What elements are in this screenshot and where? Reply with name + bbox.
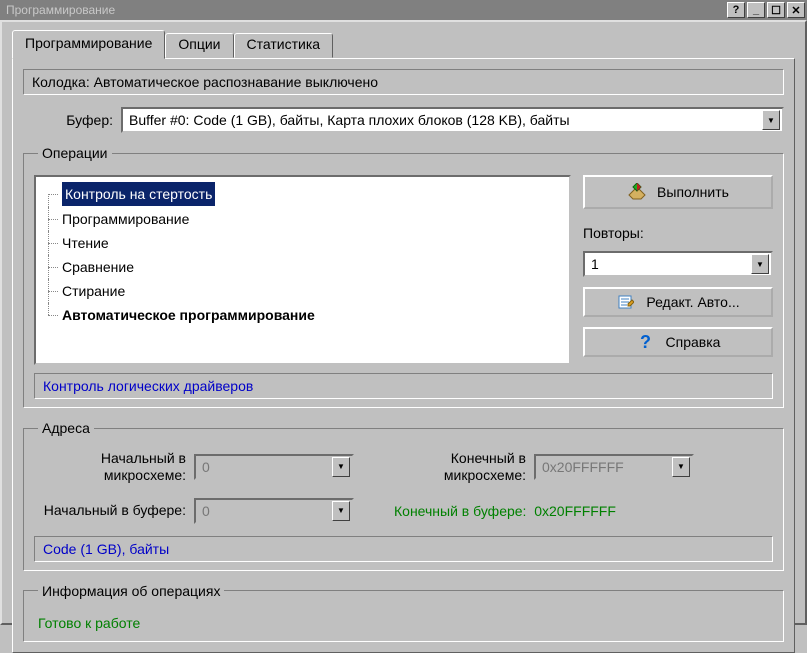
tab-options[interactable]: Опции [165, 33, 233, 58]
buffer-dropdown[interactable]: Buffer #0: Code (1 GB), байты, Карта пло… [121, 107, 784, 133]
end-buf-text: Конечный в буфере: 0x20FFFFFF [394, 503, 694, 519]
tab-statistics[interactable]: Статистика [234, 33, 334, 58]
minimize-button[interactable]: _ [747, 2, 765, 18]
addresses-group: Адреса Начальный в микросхеме: 0 Конечны… [23, 420, 784, 571]
chevron-down-icon[interactable] [332, 501, 350, 521]
start-buf-dropdown[interactable]: 0 [194, 498, 354, 524]
buffer-label: Буфер: [23, 112, 113, 128]
tree-item-read[interactable]: Чтение [36, 231, 569, 255]
tree-item-auto[interactable]: Автоматическое программирование [36, 303, 569, 327]
tree-item-blank-check[interactable]: Контроль на стертость [36, 181, 569, 207]
start-chip-dropdown[interactable]: 0 [194, 454, 354, 480]
chevron-down-icon[interactable] [762, 110, 780, 130]
main-panel: Колодка: Автоматическое распознавание вы… [12, 58, 795, 653]
maximize-button[interactable]: ☐ [767, 2, 785, 18]
end-chip-value: 0x20FFFFFF [542, 459, 672, 475]
start-buf-value: 0 [202, 503, 332, 519]
execute-button[interactable]: Выполнить [583, 175, 773, 209]
socket-status: Колодка: Автоматическое распознавание вы… [23, 69, 784, 95]
buffer-value: Buffer #0: Code (1 GB), байты, Карта пло… [129, 112, 762, 128]
operations-group: Операции Контроль на стертость Программи… [23, 145, 784, 408]
tab-bar: Программирование Опции Статистика [12, 30, 795, 58]
end-chip-dropdown[interactable]: 0x20FFFFFF [534, 454, 694, 480]
tree-item-erase[interactable]: Стирание [36, 279, 569, 303]
tree-item-program[interactable]: Программирование [36, 207, 569, 231]
chevron-down-icon[interactable] [672, 457, 690, 477]
help-button[interactable]: ? [727, 2, 745, 18]
titlebar: Программирование ? _ ☐ ✕ [0, 0, 807, 20]
operations-footer: Контроль логических драйверов [34, 373, 773, 399]
end-chip-label: Конечный в микросхеме: [394, 450, 534, 484]
edit-auto-label: Редакт. Авто... [646, 294, 739, 310]
question-icon: ? [636, 332, 656, 352]
start-buf-label: Начальный в буфере: [34, 502, 194, 519]
repeats-label: Повторы: [583, 225, 773, 241]
close-button[interactable]: ✕ [787, 2, 805, 18]
start-chip-label: Начальный в микросхеме: [34, 450, 194, 484]
addresses-legend: Адреса [38, 420, 94, 436]
edit-icon [616, 292, 636, 312]
operations-legend: Операции [38, 145, 112, 161]
repeats-dropdown[interactable]: 1 [583, 251, 773, 277]
chip-icon [627, 182, 647, 202]
tree-item-verify[interactable]: Сравнение [36, 255, 569, 279]
start-chip-value: 0 [202, 459, 332, 475]
execute-label: Выполнить [657, 184, 729, 200]
repeats-value: 1 [591, 256, 751, 272]
info-status: Готово к работе [34, 613, 773, 633]
info-legend: Информация об операциях [38, 583, 224, 599]
help-button[interactable]: ? Справка [583, 327, 773, 357]
chevron-down-icon[interactable] [332, 457, 350, 477]
chevron-down-icon[interactable] [751, 254, 769, 274]
help-label: Справка [666, 334, 721, 350]
addresses-footer: Code (1 GB), байты [34, 536, 773, 562]
edit-auto-button[interactable]: Редакт. Авто... [583, 287, 773, 317]
info-group: Информация об операциях Готово к работе [23, 583, 784, 642]
tab-programming[interactable]: Программирование [12, 30, 165, 59]
operations-tree[interactable]: Контроль на стертость Программирование Ч… [34, 175, 571, 365]
window-title: Программирование [6, 3, 727, 17]
